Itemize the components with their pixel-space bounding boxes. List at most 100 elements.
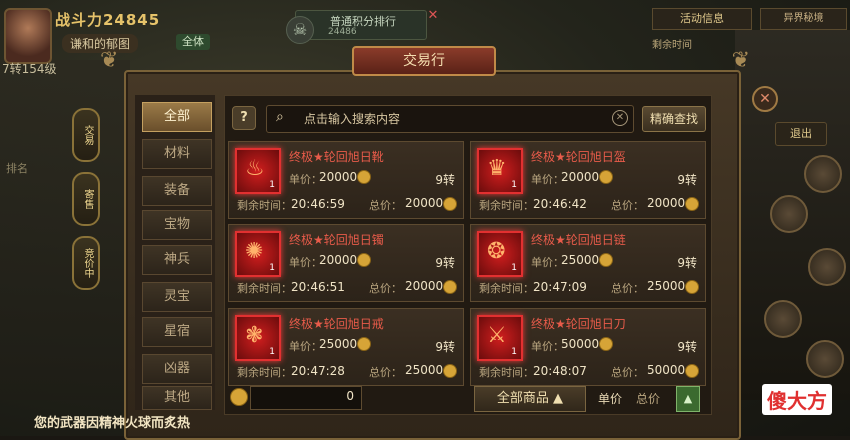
remaining-label: 剩余时间： [479,199,534,212]
rank-label: 排名 [6,162,28,175]
side-tab-bidding[interactable]: 竞价中 [72,236,100,290]
watermark-logo: 傻大方 [762,384,832,415]
item-total: 25000 [405,363,444,377]
category-constellation[interactable]: 星宿 [142,317,212,347]
item-necklace-icon: ❂ 1 [477,231,523,277]
skill-icon[interactable] [764,300,802,338]
item-time: 20:47:28 [291,364,345,378]
item-price: 25000 [319,337,358,351]
price-label: 单价： [289,173,322,186]
item-bracelet-icon: ✺ 1 [235,231,281,277]
side-tab-consign[interactable]: 寄售 [72,172,100,226]
ranking-number: 24486 [328,27,357,37]
item-name: 终极★轮回旭日链 [531,233,626,247]
item-rebirth: 9转 [677,173,697,187]
coin-icon [599,337,613,351]
category-spirit-treasure[interactable]: 灵宝 [142,282,212,312]
item-rebirth: 9转 [677,256,697,270]
dragon-ornament-icon: ❦ [731,48,750,73]
total-label: 总价： [611,199,644,212]
item-card[interactable]: ✺ 1 终极★轮回旭日镯 单价： 20000 9转 剩余时间： 20:46:51 … [228,224,464,302]
goods-filter-dropdown[interactable]: 全部商品 ▲ [474,386,586,412]
item-card[interactable]: ❃ 1 终极★轮回旭日戒 单价： 25000 9转 剩余时间： 20:47:28 … [228,308,464,386]
player-level: 7转154级 [2,62,57,76]
side-tab-trade[interactable]: 交易 [72,108,100,162]
sort-order-toggle[interactable]: ▲ [676,386,700,412]
remaining-label: 剩余时间： [479,366,534,379]
item-blade-icon: ⚔ 1 [477,315,523,361]
remaining-label: 剩余时间： [237,199,292,212]
category-materials[interactable]: 材料 [142,139,212,169]
price-label: 单价： [531,256,564,269]
sort-by-price[interactable]: 单价 [598,390,622,407]
skill-icon[interactable] [806,340,844,378]
item-total: 20000 [647,196,686,210]
coin-icon [443,364,457,378]
item-price: 25000 [561,253,600,267]
item-card[interactable]: ♨ 1 终极★轮回旭日靴 单价： 20000 9转 剩余时间： 20:46:59 … [228,141,464,219]
player-avatar[interactable] [4,8,52,64]
search-icon: ⌕ [276,109,284,125]
item-name: 终极★轮回旭日镯 [289,233,384,247]
category-fierce-weapon[interactable]: 凶器 [142,354,212,384]
search-placeholder: 点击输入搜索内容 [304,112,401,126]
dragon-ornament-icon: ❦ [100,48,119,73]
coin-icon [443,280,457,294]
item-name: 终极★轮回旭日刀 [531,317,626,331]
help-button[interactable]: ? [232,106,256,130]
skill-icon[interactable] [804,155,842,193]
category-all[interactable]: 全部 [142,102,212,132]
coin-icon [599,170,613,184]
precise-search-button[interactable]: 精确查找 [642,106,706,132]
item-price: 20000 [319,253,358,267]
item-total: 50000 [647,363,686,377]
item-rebirth: 9转 [677,340,697,354]
skill-icon[interactable] [770,195,808,233]
skill-icon[interactable] [808,248,846,286]
category-other[interactable]: 其他 [142,386,212,410]
activity-info-button[interactable]: 活动信息 [652,8,752,30]
secret-realm-button[interactable]: 异界秘境 [760,8,847,30]
category-equipment[interactable]: 装备 [142,176,212,206]
coin-icon [599,253,613,267]
item-time: 20:48:07 [533,364,587,378]
total-label: 总价： [369,366,402,379]
close-panel-button[interactable]: ✕ [752,86,778,112]
item-card[interactable]: ♛ 1 终极★轮回旭日盔 单价： 20000 9转 剩余时间： 20:46:42 … [470,141,706,219]
item-rebirth: 9转 [435,340,455,354]
exit-button[interactable]: 退出 [775,122,827,146]
chat-all-button[interactable]: 全体 [176,34,210,50]
coin-icon [357,170,371,184]
remaining-label: 剩余时间： [479,282,534,295]
category-divine-weapon[interactable]: 神兵 [142,245,212,275]
item-card[interactable]: ❂ 1 终极★轮回旭日链 单价： 25000 9转 剩余时间： 20:47:09 … [470,224,706,302]
item-price: 20000 [319,170,358,184]
item-rebirth: 9转 [435,173,455,187]
price-label: 单价： [531,340,564,353]
remaining-label: 剩余时间： [237,366,292,379]
category-treasure[interactable]: 宝物 [142,210,212,240]
skull-icon: ☠ [286,16,314,44]
total-label: 总价： [611,366,644,379]
item-name: 终极★轮回旭日靴 [289,150,384,164]
item-time: 20:46:42 [533,197,587,211]
price-label: 单价： [289,256,322,269]
clear-icon[interactable]: ✕ [612,110,628,126]
panel-title: 交易行 [352,46,496,76]
item-time: 20:47:09 [533,280,587,294]
item-card[interactable]: ⚔ 1 终极★轮回旭日刀 单价： 50000 9转 剩余时间： 20:48:07 … [470,308,706,386]
item-boots-icon: ♨ 1 [235,148,281,194]
coin-icon [443,197,457,211]
item-price: 50000 [561,337,600,351]
item-ring-icon: ❃ 1 [235,315,281,361]
sort-by-total[interactable]: 总价 [636,390,660,407]
total-label: 总价： [369,282,402,295]
item-time: 20:46:59 [291,197,345,211]
item-helmet-icon: ♛ 1 [477,148,523,194]
item-price: 20000 [561,170,600,184]
coin-icon [685,364,699,378]
balance-value: 0 [346,389,354,403]
item-total: 20000 [405,196,444,210]
close-icon[interactable]: ✕ [426,9,440,23]
coin-icon [685,280,699,294]
